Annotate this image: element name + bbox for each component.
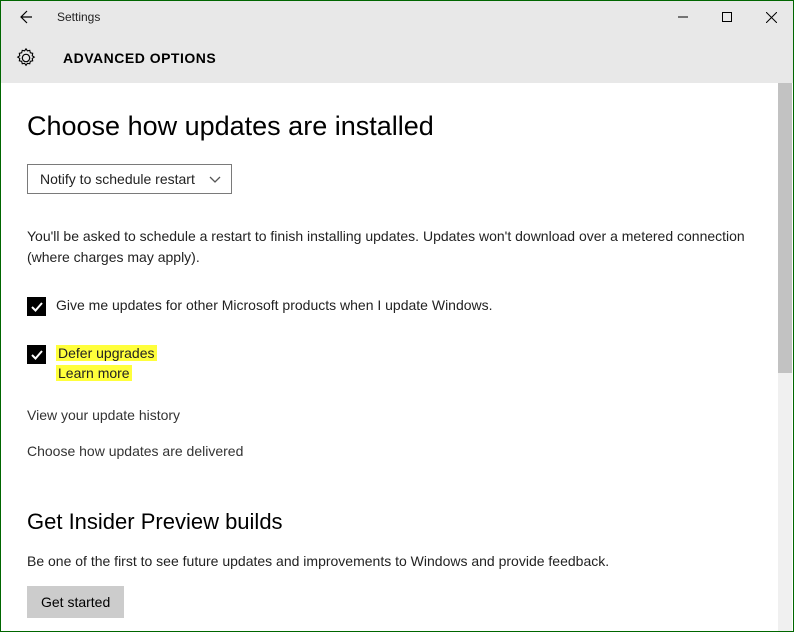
restart-schedule-dropdown[interactable]: Notify to schedule restart	[27, 164, 232, 194]
checkbox-defer-upgrades: Defer upgrades Learn more	[27, 344, 767, 383]
section-heading-updates: Choose how updates are installed	[27, 111, 767, 142]
page-header: ADVANCED OPTIONS	[1, 33, 793, 83]
close-button[interactable]	[749, 1, 793, 33]
checkbox-defer-upgrades-label: Defer upgrades	[56, 345, 157, 361]
window-title: Settings	[57, 10, 100, 24]
page-title: ADVANCED OPTIONS	[63, 50, 216, 66]
get-started-button[interactable]: Get started	[27, 586, 124, 618]
insider-text: Be one of the first to see future update…	[27, 551, 747, 572]
choose-delivery-link[interactable]: Choose how updates are delivered	[27, 443, 767, 459]
checkbox-other-products-label: Give me updates for other Microsoft prod…	[56, 296, 493, 316]
maximize-button[interactable]	[705, 1, 749, 33]
description-text: You'll be asked to schedule a restart to…	[27, 226, 747, 268]
checkbox-defer-upgrades-box[interactable]	[27, 345, 46, 364]
section-heading-insider: Get Insider Preview builds	[27, 509, 767, 535]
chevron-down-icon	[209, 171, 221, 187]
content-area: Choose how updates are installed Notify …	[1, 83, 793, 631]
view-history-link[interactable]: View your update history	[27, 407, 767, 423]
checkbox-other-products: Give me updates for other Microsoft prod…	[27, 296, 767, 316]
window-controls	[661, 1, 793, 33]
gear-icon	[15, 47, 37, 69]
dropdown-value: Notify to schedule restart	[40, 171, 195, 187]
defer-learn-more-link[interactable]: Learn more	[56, 365, 132, 381]
titlebar: Settings	[1, 1, 793, 33]
checkbox-other-products-box[interactable]	[27, 297, 46, 316]
back-icon[interactable]	[15, 7, 35, 27]
minimize-button[interactable]	[661, 1, 705, 33]
